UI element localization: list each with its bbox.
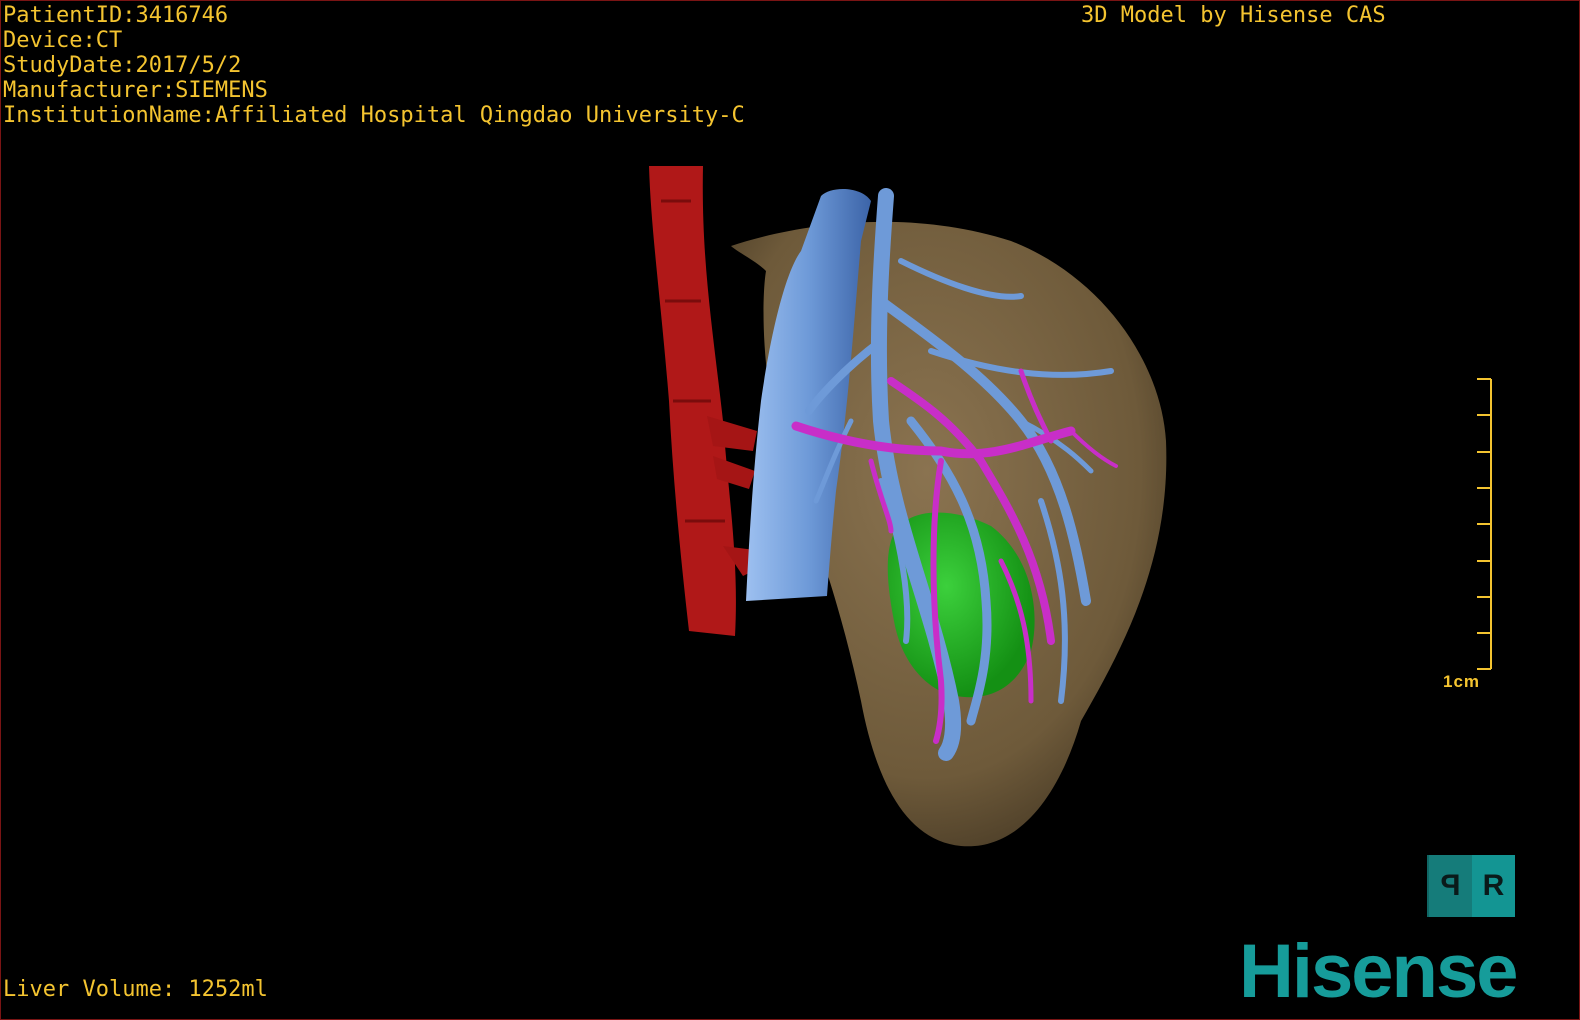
patient-info-overlay: PatientID:3416746 Device:CT StudyDate:20… bbox=[3, 3, 745, 128]
aorta-model bbox=[649, 166, 763, 636]
liver-volume-text: Liver Volume: 1252ml bbox=[3, 977, 268, 1002]
3d-liver-render[interactable] bbox=[1, 1, 1579, 1019]
patient-id-text: PatientID:3416746 bbox=[3, 3, 229, 28]
manufacturer-text: Manufacturer:SIEMENS bbox=[3, 78, 268, 103]
orientation-cube[interactable]: P R bbox=[1427, 855, 1515, 917]
orientation-face-right[interactable]: R bbox=[1472, 855, 1515, 917]
3d-viewport[interactable]: PatientID:3416746 Device:CT StudyDate:20… bbox=[0, 0, 1580, 1020]
model-credit-text: 3D Model by Hisense CAS bbox=[1081, 3, 1386, 28]
device-text: Device:CT bbox=[3, 28, 123, 53]
scale-bar-label: 1cm bbox=[1443, 672, 1481, 691]
study-date-text: StudyDate:2017/5/2 bbox=[3, 53, 242, 78]
institution-text: InstitutionName:Affiliated Hospital Qing… bbox=[3, 103, 745, 128]
hisense-logo: Hisense bbox=[1239, 929, 1518, 1014]
scale-bar bbox=[1477, 378, 1492, 670]
orientation-face-posterior[interactable]: P bbox=[1427, 855, 1472, 917]
